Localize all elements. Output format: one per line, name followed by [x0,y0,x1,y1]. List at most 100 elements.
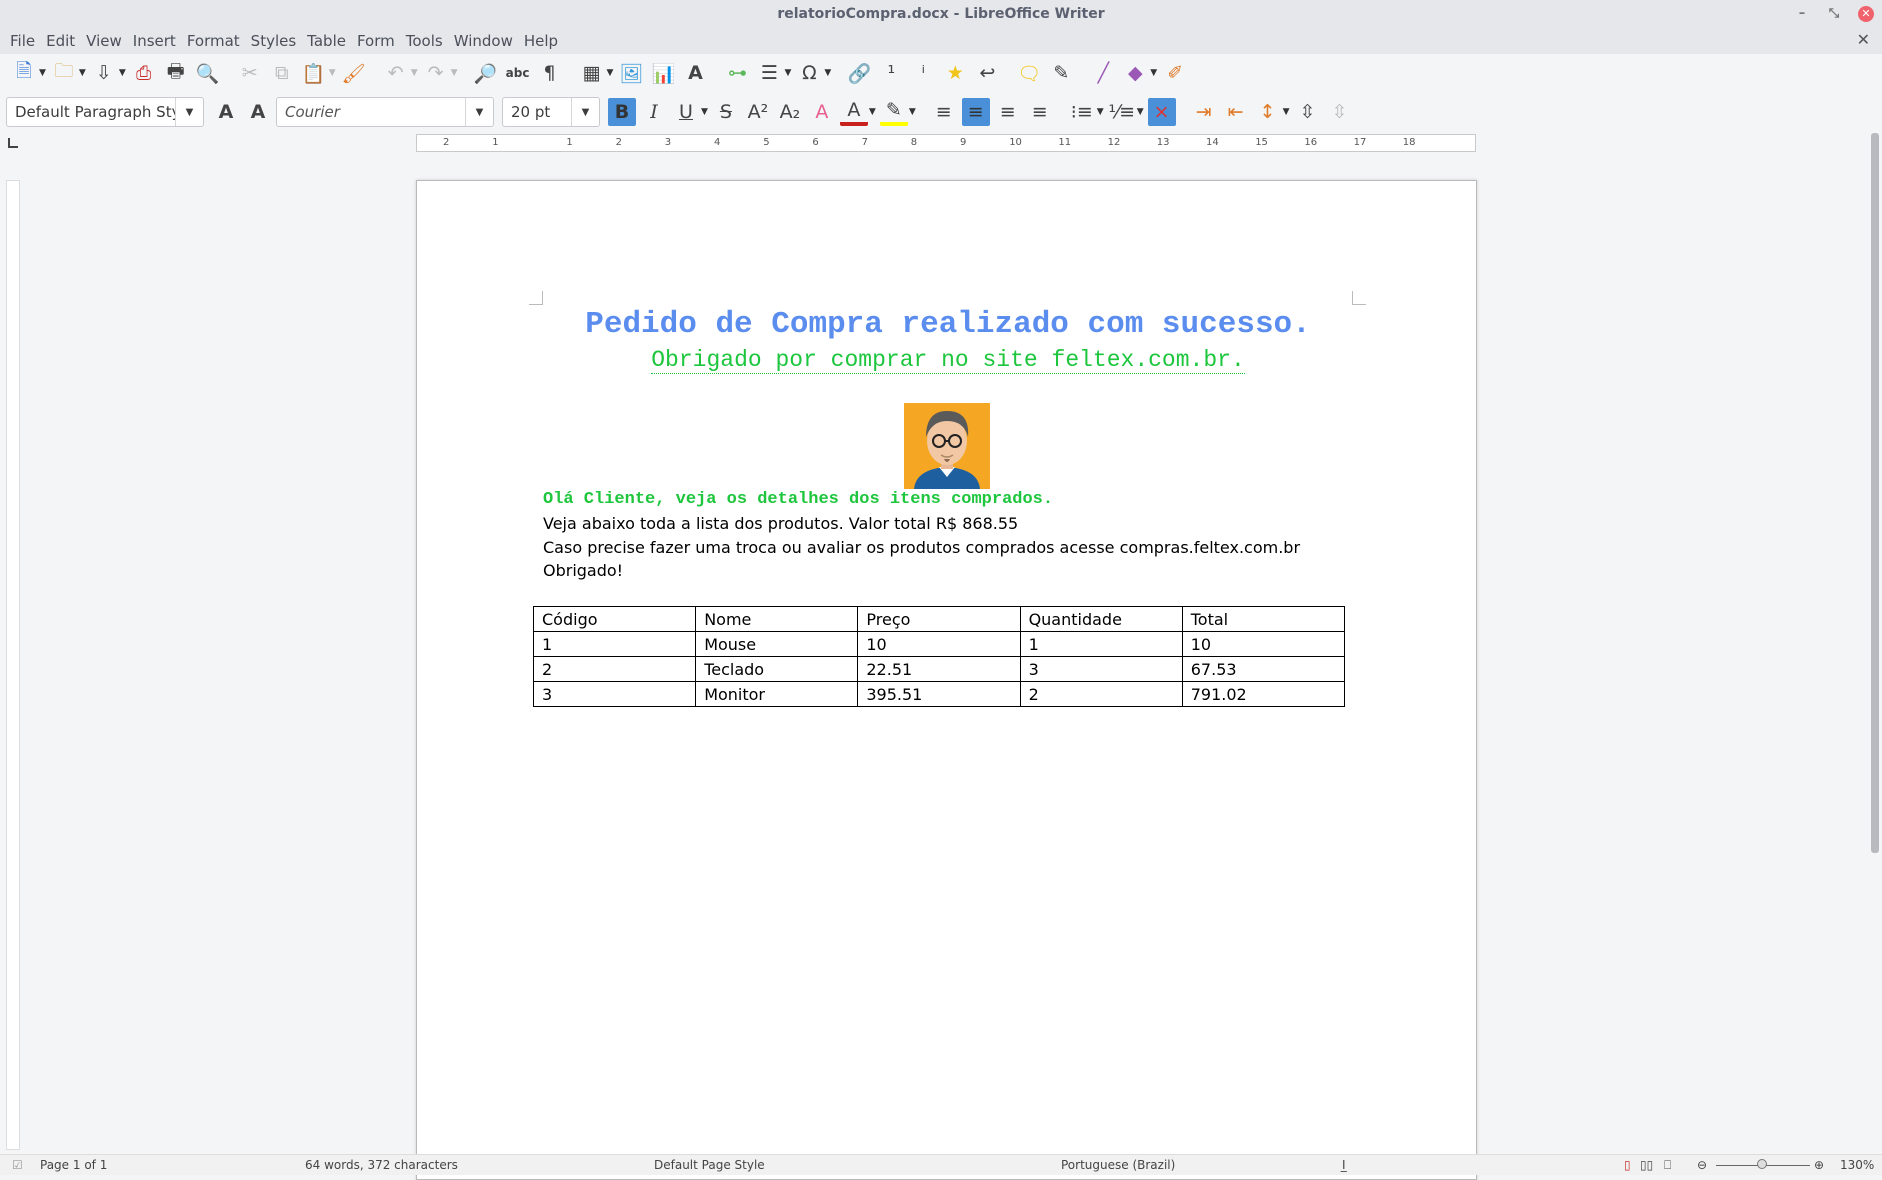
table-cell[interactable]: 395.51 [857,681,1021,707]
table-cell[interactable]: 791.02 [1181,681,1346,707]
vertical-scrollbar[interactable] [1871,133,1879,853]
increase-indent-icon[interactable]: ⇥ [1190,98,1218,126]
menu-format[interactable]: Format [183,32,247,50]
table-cell[interactable]: 1 [532,631,697,657]
italic-icon[interactable]: I [640,98,668,126]
page-style[interactable]: Default Page Style [654,1158,765,1172]
decrease-indent-icon[interactable]: ⇤ [1222,98,1250,126]
table-cell[interactable]: 22.51 [857,656,1021,682]
font-color-icon[interactable]: A [839,98,868,126]
single-page-view-icon[interactable]: ▯ [1624,1158,1631,1172]
redo-dropdown-icon[interactable]: ▼ [451,68,458,78]
zoom-slider-handle[interactable] [1757,1159,1767,1169]
insert-table-icon[interactable]: ▦ [578,59,606,87]
comment-icon[interactable]: 🗨 [1015,59,1043,87]
font-size-combo[interactable]: 20 pt ▼ [502,97,600,127]
word-count[interactable]: 64 words, 372 characters [305,1158,458,1172]
zoom-level[interactable]: 130% [1840,1158,1874,1172]
header-cell[interactable]: Nome [695,606,859,632]
menu-table[interactable]: Table [303,32,353,50]
insert-field-icon[interactable]: ☰ [755,59,783,87]
footnote-icon[interactable]: ¹ [877,59,905,87]
new-style-icon[interactable]: A [244,98,272,126]
align-center-icon[interactable]: ≡ [961,98,990,126]
basic-shapes-icon[interactable]: ◆ [1121,59,1149,87]
header-cell[interactable]: Código [532,606,697,632]
find-replace-icon[interactable]: 🔎 [472,59,500,87]
update-style-icon[interactable]: A [212,98,240,126]
numbering-dropdown-icon[interactable]: ▼ [1137,107,1144,117]
line-spacing-icon[interactable]: ↕ [1254,98,1282,126]
underline-dropdown-icon[interactable]: ▼ [701,107,708,117]
header-cell[interactable]: Total [1181,606,1346,632]
paste-icon[interactable]: 📋 [300,59,328,87]
book-view-icon[interactable]: ⎕ [1664,1158,1671,1173]
open-dropdown-icon[interactable]: ▼ [79,68,86,78]
decrease-paragraph-spacing-icon[interactable]: ⇳ [1326,98,1354,126]
table-cell[interactable]: 1 [1019,631,1183,657]
save-icon[interactable]: ⇩ [90,59,118,87]
table-cell[interactable]: Monitor [695,681,859,707]
chevron-down-icon[interactable]: ▼ [465,98,493,126]
clear-formatting-icon[interactable]: A [808,98,836,126]
clone-formatting-icon[interactable]: 🖌 [340,59,368,87]
paragraph-style-value[interactable]: Default Paragraph Styl [7,103,175,121]
print-preview-icon[interactable]: 🔍 [194,59,222,87]
menu-help[interactable]: Help [520,32,565,50]
endnote-icon[interactable]: ⁱ [909,59,937,87]
items-table[interactable]: Código Nome Preço Quantidade Total 1 Mou… [532,606,1346,707]
minimize-icon[interactable]: – [1794,6,1810,22]
font-name-combo[interactable]: Courier ▼ [276,97,494,127]
cut-icon[interactable]: ✂ [236,59,264,87]
line-spacing-dropdown-icon[interactable]: ▼ [1283,107,1290,117]
field-dropdown-icon[interactable]: ▼ [784,68,791,78]
table-cell[interactable]: 67.53 [1181,656,1346,682]
unordered-list-icon[interactable]: ⁝≡ [1068,98,1096,126]
chevron-down-icon[interactable]: ▼ [571,98,599,126]
spelling-icon[interactable]: abc [504,59,532,87]
insert-chart-icon[interactable]: 📊 [649,59,677,87]
vertical-ruler[interactable] [6,180,20,1150]
line-icon[interactable]: ╱ [1089,59,1117,87]
align-left-icon[interactable]: ≡ [930,98,958,126]
cross-reference-icon[interactable]: ↩ [973,59,1001,87]
menu-edit[interactable]: Edit [42,32,82,50]
table-cell[interactable]: Mouse [695,631,859,657]
formatting-marks-icon[interactable]: ¶ [536,59,564,87]
font-size-value[interactable]: 20 pt [503,103,571,121]
paragraph-style-combo[interactable]: Default Paragraph Styl ▼ [6,97,204,127]
font-name-value[interactable]: Courier [277,103,465,121]
horizontal-ruler[interactable]: 2 1 1 2 3 4 5 6 7 8 9 10 11 12 13 14 15 16 17 18 [416,134,1476,152]
track-changes-icon[interactable]: ✎ [1047,59,1075,87]
align-right-icon[interactable]: ≡ [994,98,1022,126]
restore-icon[interactable]: ⤡ [1826,6,1842,22]
underline-icon[interactable]: U [672,98,700,126]
save-dropdown-icon[interactable]: ▼ [119,68,126,78]
header-cell[interactable]: Preço [857,606,1021,632]
page-count[interactable]: Page 1 of 1 [40,1158,107,1172]
strikethrough-icon[interactable]: S [712,98,740,126]
header-cell[interactable]: Quantidade [1019,606,1183,632]
multi-page-view-icon[interactable]: ▯▯ [1640,1158,1653,1172]
copy-icon[interactable]: ⧉ [268,59,296,87]
redo-icon[interactable]: ↷ [422,59,450,87]
document-page[interactable]: Pedido de Compra realizado com sucesso. … [416,180,1477,1180]
increase-paragraph-spacing-icon[interactable]: ⇳ [1294,98,1322,126]
open-folder-icon[interactable]: 🗀 [50,59,78,87]
table-cell[interactable]: 2 [1019,681,1183,707]
export-pdf-icon[interactable]: ⎙ [130,59,158,87]
table-cell[interactable]: 2 [532,656,697,682]
hyperlink-icon[interactable]: 🔗 [845,59,873,87]
menu-tools[interactable]: Tools [402,32,450,50]
table-dropdown-icon[interactable]: ▼ [607,68,614,78]
close-window-icon[interactable]: ✕ [1858,6,1874,22]
insert-image-icon[interactable]: 🖼 [617,59,645,87]
special-char-dropdown-icon[interactable]: ▼ [824,68,831,78]
special-character-icon[interactable]: Ω [795,59,823,87]
no-list-icon[interactable]: ⨯ [1147,98,1176,126]
bold-icon[interactable]: B [608,98,636,126]
insert-mode[interactable]: I̲ [1342,1158,1346,1172]
zoom-in-icon[interactable]: ⊕ [1814,1158,1824,1172]
highlight-color-icon[interactable]: ✎ [879,98,908,126]
new-document-icon[interactable]: 🗎 [10,59,38,87]
